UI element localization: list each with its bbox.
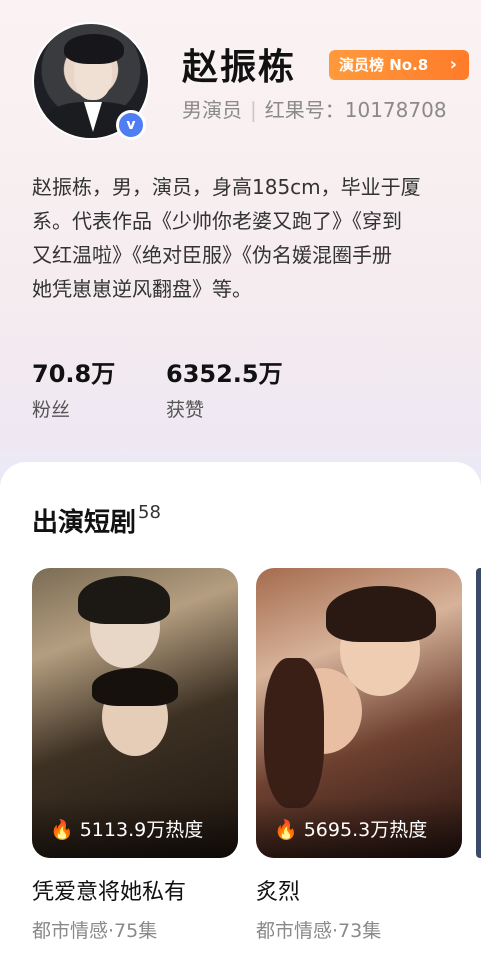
- role-label: 男演员: [182, 98, 242, 122]
- bio: 赵振栋，男，演员，身高185cm，毕业于厦 系。代表作品《少帅你老婆又跑了》《穿…: [32, 170, 481, 306]
- stat-value: 6352.5万: [166, 360, 283, 388]
- drama-card[interactable]: 🔥 5113.9万热度 凭爱意将她私有 都市情感·75集: [32, 568, 238, 943]
- stat-label: 获赞: [166, 399, 205, 421]
- drama-title: 炙烈: [256, 880, 301, 905]
- chevron-right-icon: ›: [449, 54, 457, 75]
- flame-icon: 🔥: [274, 819, 298, 841]
- rank-badge-label: 演员榜 No.8: [339, 56, 429, 74]
- next-card-peek[interactable]: [476, 568, 481, 858]
- drama-card[interactable]: 🔥 5695.3万热度 炙烈 都市情感·73集: [256, 568, 462, 943]
- divider: |: [250, 98, 257, 122]
- stat-label: 粉丝: [32, 399, 71, 421]
- bio-line: 又红温啦》《绝对臣服》《伪名媛混圈手册: [32, 243, 392, 267]
- drama-meta: 都市情感·73集: [256, 920, 382, 942]
- stat-likes[interactable]: 6352.5万 获赞: [166, 354, 283, 422]
- dramas-section: 出演短剧 58 🔥 5113.9万热度 凭爱意将她私有 都市情感·75集 🔥 56…: [0, 462, 481, 962]
- heat-label: 🔥 5695.3万热度: [274, 815, 427, 842]
- verified-icon: v: [116, 110, 146, 140]
- profile-header: v 赵振栋 演员榜 No.8 › 男演员 | 红果号：10178708 赵振栋，男，…: [0, 0, 481, 480]
- account-id: 红果号：10178708: [264, 98, 447, 122]
- rank-badge[interactable]: 演员榜 No.8 ›: [329, 50, 469, 80]
- drama-poster[interactable]: 🔥 5695.3万热度: [256, 568, 462, 858]
- section-title-text: 出演短剧: [32, 508, 137, 538]
- drama-meta: 都市情感·75集: [32, 920, 158, 942]
- section-count: 58: [138, 502, 161, 523]
- drama-poster[interactable]: 🔥 5113.9万热度: [32, 568, 238, 858]
- bio-line: 赵振栋，男，演员，身高185cm，毕业于厦: [32, 175, 421, 199]
- stat-fans[interactable]: 70.8万 粉丝: [32, 354, 115, 422]
- drama-title: 凭爱意将她私有: [32, 880, 187, 905]
- heat-label: 🔥 5113.9万热度: [50, 815, 203, 842]
- stat-value: 70.8万: [32, 360, 116, 388]
- bio-line: 她凭崽崽逆风翻盘》等。: [32, 277, 252, 301]
- profile-name: 赵振栋: [182, 47, 297, 88]
- heat-value: 5113.9万热度: [79, 819, 204, 841]
- bio-line: 系。代表作品《少帅你老婆又跑了》《穿到: [32, 209, 402, 233]
- heat-value: 5695.3万热度: [303, 819, 428, 841]
- section-title: 出演短剧 58: [32, 502, 161, 539]
- profile-meta: 男演员 | 红果号：10178708: [182, 94, 447, 123]
- flame-icon: 🔥: [50, 819, 74, 841]
